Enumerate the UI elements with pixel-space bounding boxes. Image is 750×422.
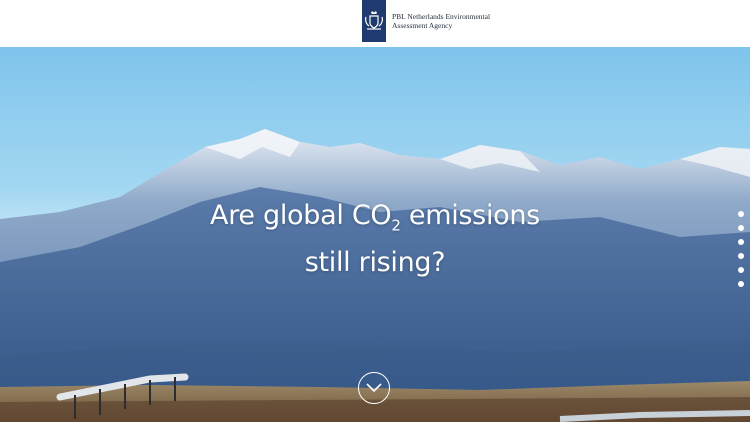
section-nav-dots <box>738 211 744 295</box>
headline-line1: Are global CO2 emissions <box>150 197 600 244</box>
headline-text-part1: Are global CO <box>210 200 392 231</box>
agency-logo[interactable]: PBL Netherlands Environmental Assessment… <box>362 0 522 42</box>
site-header: PBL Netherlands Environmental Assessment… <box>0 0 750 47</box>
royal-coat-of-arms-icon <box>362 0 386 42</box>
scroll-down-button[interactable] <box>358 372 390 404</box>
agency-name: PBL Netherlands Environmental Assessment… <box>392 12 522 30</box>
headline-text-part2: emissions <box>400 200 540 231</box>
section-dot-6[interactable] <box>738 281 744 287</box>
hero-section: Are global CO2 emissions still rising? <box>0 47 750 422</box>
agency-name-line1: PBL Netherlands Environmental <box>392 12 491 21</box>
section-dot-1[interactable] <box>738 211 744 217</box>
headline-subscript: 2 <box>391 216 401 235</box>
headline-line2: still rising? <box>304 247 446 279</box>
section-dot-4[interactable] <box>738 253 744 259</box>
agency-name-line2: Assessment Agency <box>392 21 453 30</box>
hero-headline: Are global CO2 emissions still rising? <box>150 197 600 282</box>
chevron-down-icon <box>366 383 382 393</box>
section-dot-5[interactable] <box>738 267 744 273</box>
section-dot-2[interactable] <box>738 225 744 231</box>
section-dot-3[interactable] <box>738 239 744 245</box>
